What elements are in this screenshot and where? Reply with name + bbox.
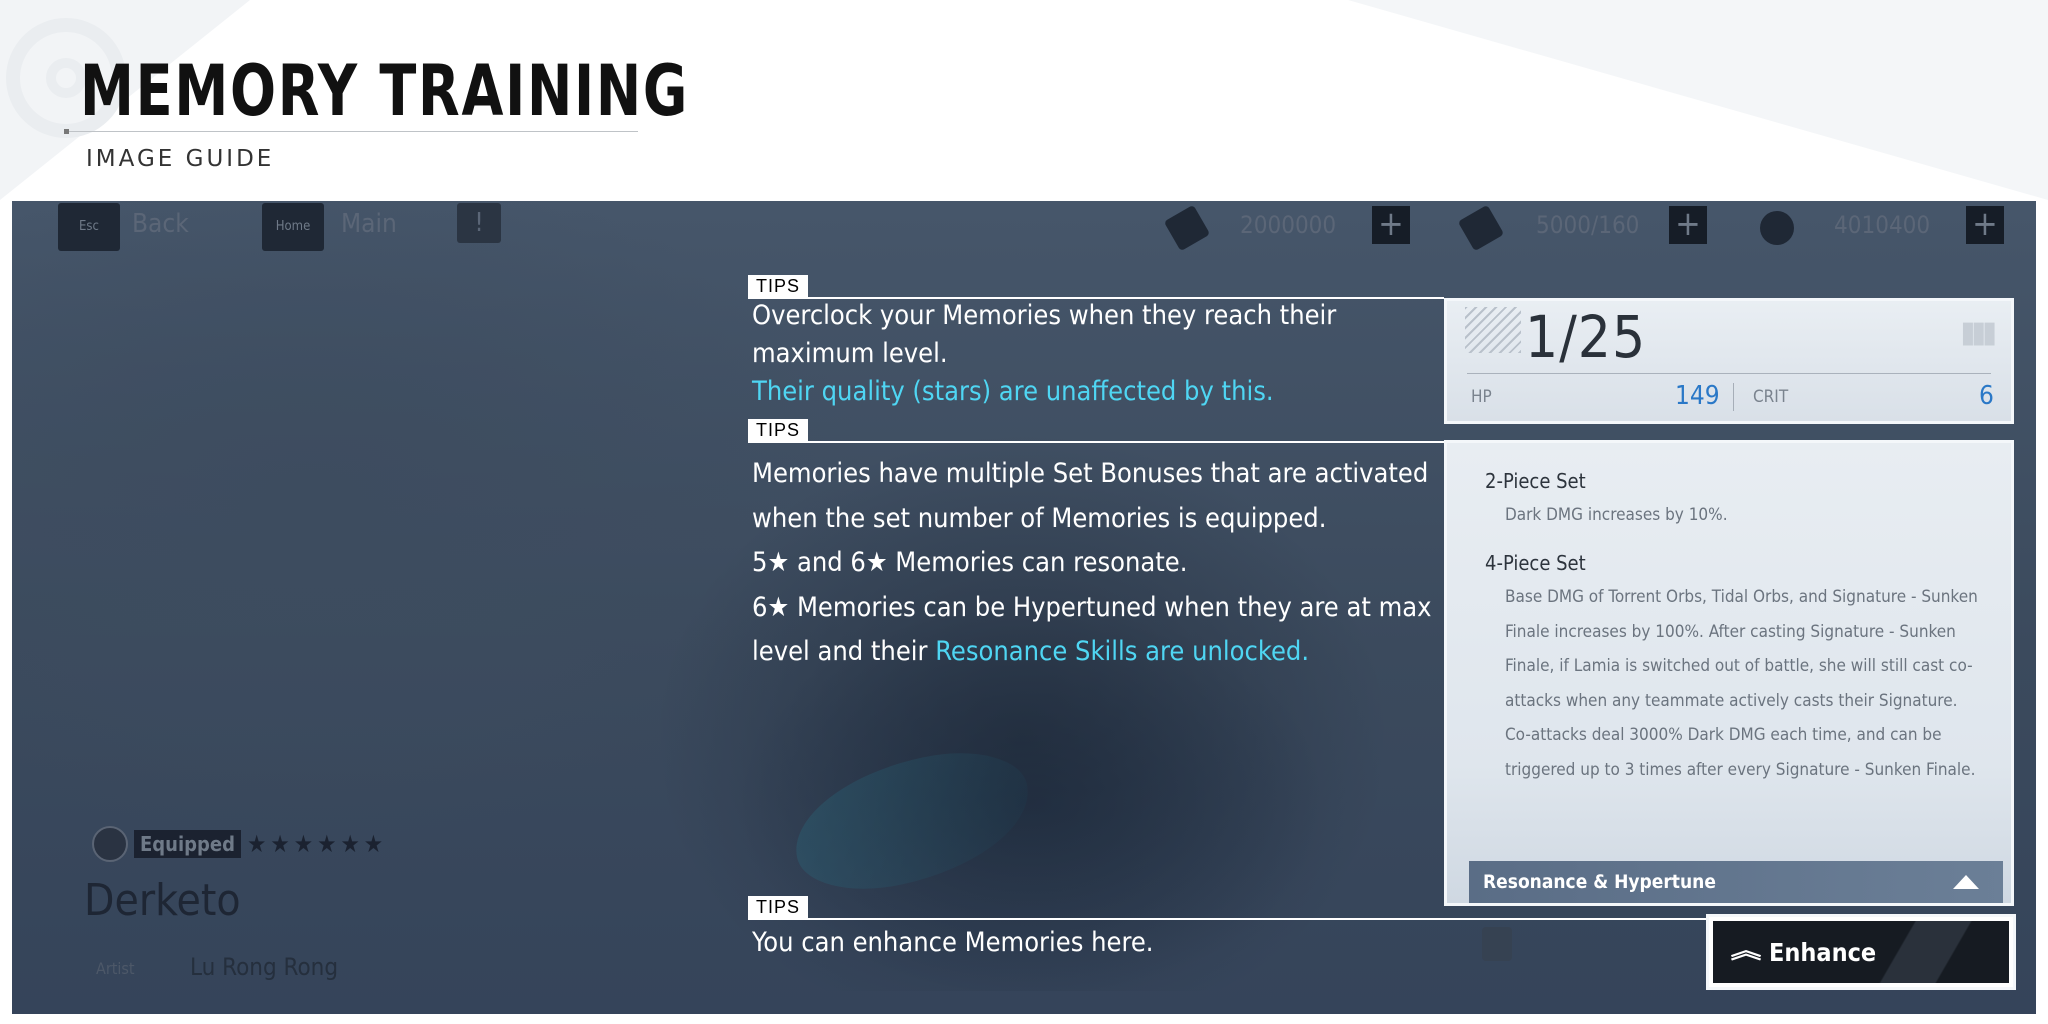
esc-key-badge[interactable]: Esc (58, 203, 120, 251)
level-panel: 1/25 ▮▮▮ HP 149 CRIT 6 (1444, 298, 2014, 424)
resonance-hypertune-label: Resonance & Hypertune (1483, 871, 1716, 893)
resource-value-2: 5000/160 (1536, 211, 1640, 239)
tip-tag: TIPS (748, 896, 809, 918)
tip-line: level and their Resonance Skills are unl… (752, 630, 1452, 675)
page-title: MEMORY TRAINING (80, 50, 690, 132)
double-chevron-up-icon: ︽ (1730, 939, 1762, 964)
two-piece-set-title: 2-Piece Set (1485, 469, 1586, 493)
equipped-badge: Equipped (134, 830, 241, 858)
ticket-icon (1163, 204, 1211, 252)
stamina-icon (1457, 204, 1505, 252)
tip-line: You can enhance Memories here. (752, 927, 1154, 958)
lock-icon[interactable] (1482, 927, 1512, 961)
home-key-badge[interactable]: Home (262, 203, 324, 251)
tip-text: Memories have multiple Set Bonuses that … (752, 452, 1452, 675)
tip-highlight: Their quality (stars) are unaffected by … (752, 376, 1274, 407)
resource-value-3: 4010400 (1834, 211, 1931, 239)
crit-value: 6 (1979, 381, 1994, 411)
top-bar: Esc Back Home Main ! 2000000 + 5000/160 … (12, 201, 2036, 261)
chevron-up-icon (1953, 875, 1979, 889)
title-divider (64, 129, 638, 134)
hp-label: HP (1471, 387, 1492, 407)
avatar (92, 826, 128, 862)
resource-value-1: 2000000 (1240, 211, 1337, 239)
hp-value: 149 (1675, 381, 1720, 411)
tip-line: Overclock your Memories when they reach … (752, 300, 1337, 331)
resonance-hypertune-tab[interactable]: Resonance & Hypertune (1469, 861, 2003, 903)
four-piece-set-desc: Base DMG of Torrent Orbs, Tidal Orbs, an… (1505, 587, 1978, 780)
tip-tag: TIPS (748, 419, 809, 441)
tip-line-prefix: level and their (752, 636, 936, 668)
tip-text: Overclock your Memories when they reach … (752, 297, 1442, 411)
enhance-button[interactable]: ︽ Enhance (1713, 921, 2009, 983)
panel-divider (1467, 373, 1991, 374)
crit-label: CRIT (1753, 387, 1789, 407)
set-bonus-panel: 2-Piece Set Dark DMG increases by 10%. 4… (1444, 440, 2014, 906)
stat-separator (1733, 383, 1734, 411)
tip-highlight: Resonance Skills are unlocked. (935, 636, 1310, 668)
tip-line: Memories have multiple Set Bonuses that … (752, 458, 1429, 489)
header-background-right (1348, 0, 2048, 200)
bookmark-icon: ▮▮▮ (1960, 315, 1997, 350)
memory-name: Derketo (84, 875, 241, 926)
tip-line: maximum level. (752, 338, 948, 369)
enhance-label: Enhance (1769, 937, 1877, 967)
four-piece-set-title: 4-Piece Set (1485, 551, 1586, 575)
artist-name: Lu Rong Rong (190, 953, 339, 981)
coin-icon (1760, 211, 1794, 245)
enhance-highlight: ︽ Enhance (1706, 914, 2016, 990)
artist-label: Artist (96, 959, 135, 978)
add-resource-3-button[interactable]: + (1966, 206, 2004, 244)
equipped-row: Equipped ★★★★★★ (92, 826, 388, 862)
memory-level: 1/25 (1525, 303, 1647, 371)
main-button[interactable]: Main (341, 209, 397, 239)
page-subtitle: IMAGE GUIDE (86, 146, 275, 172)
info-icon[interactable]: ! (457, 203, 501, 243)
two-piece-set-desc: Dark DMG increases by 10%. (1505, 505, 1728, 525)
tip-line: 6★ Memories can be Hypertuned when they … (752, 591, 1432, 623)
tip-line: when the set number of Memories is equip… (752, 502, 1327, 534)
level-hatch-decoration (1465, 307, 1521, 353)
tip-line: 5★ and 6★ Memories can resonate. (752, 547, 1188, 579)
rarity-stars: ★★★★★★ (247, 830, 388, 858)
tip-connector-line (748, 918, 1708, 920)
add-resource-1-button[interactable]: + (1372, 206, 1410, 244)
back-button[interactable]: Back (132, 209, 189, 239)
add-resource-2-button[interactable]: + (1669, 206, 1707, 244)
tip-tag: TIPS (748, 275, 809, 297)
tip-text: You can enhance Memories here. (752, 924, 1352, 962)
tip-connector-line (748, 441, 1444, 443)
